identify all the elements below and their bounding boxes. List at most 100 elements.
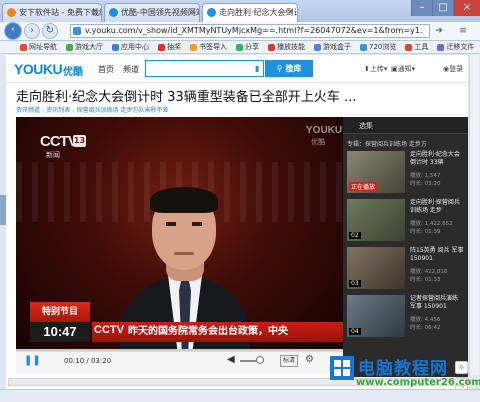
close-window-icon[interactable]: × xyxy=(453,0,480,16)
playlist-item[interactable]: 正在播放 走向胜利·纪念大会倒计时 33辆 播放: 1,547 时长: 03:2… xyxy=(347,151,465,197)
video-player[interactable]: CCTV 13 新闻 YOUKU 优酷 特别节目 10:47 CCTV 昨天的国… xyxy=(16,117,343,357)
refresh-icon[interactable]: ↻ xyxy=(42,23,58,39)
bookmark-item[interactable]: 游戏盒子 xyxy=(314,42,351,52)
anchor-hair xyxy=(150,187,218,213)
youku-logo-cn: 优酷 xyxy=(63,67,83,78)
bookmark-item[interactable]: 抽奖 xyxy=(158,42,181,52)
video-thumbnail: 03 xyxy=(347,247,405,289)
youku-watermark: YOUKU xyxy=(306,125,343,136)
bookmark-icon xyxy=(190,43,197,51)
window-controls: – □ × xyxy=(411,0,480,16)
close-tab-icon[interactable]: × xyxy=(91,7,98,16)
bookmark-icon xyxy=(405,43,413,51)
windows-logo-icon xyxy=(330,356,354,380)
breadcrumb-link[interactable]: 探营阅兵训练场 走步方队米秒不差 xyxy=(77,107,169,114)
browser-tab-1[interactable]: 安下软件站 - 免费下载绿色 × xyxy=(2,3,102,22)
item-duration: 时长: 01:39 xyxy=(410,229,441,235)
login-link[interactable]: ◉登录 xyxy=(443,64,463,74)
playlist-panel: 选集 专辑：探营阅兵训练场 走步方 正在播放 走向胜利·纪念大会倒计时 33辆 … xyxy=(343,117,468,377)
bookmark-item[interactable]: 工具 xyxy=(405,42,428,52)
item-plays: 播放: 1,422,652 xyxy=(410,221,453,227)
bar-chart-icon: ▮ xyxy=(255,64,260,73)
cctv-logo: CCTV xyxy=(40,133,78,150)
vertical-scrollbar[interactable] xyxy=(469,55,479,375)
item-plays: 播放: 1,547 xyxy=(410,173,441,179)
gear-icon[interactable]: ⚙ xyxy=(305,354,314,365)
close-tab-icon[interactable]: × xyxy=(189,7,196,16)
bookmark-icon xyxy=(314,43,321,51)
tab-episodes[interactable]: 选集 xyxy=(359,121,373,131)
url-input[interactable]: v.youku.com/v_show/id_XMTMyNTUyMjcxMg==.… xyxy=(70,24,430,38)
back-arrow-icon[interactable]: ‹ xyxy=(4,22,22,40)
site-icon xyxy=(73,27,81,35)
breadcrumb-link[interactable]: 资讯频道 xyxy=(16,107,40,114)
item-number: 04 xyxy=(349,328,361,335)
item-duration: 时长: 06:42 xyxy=(410,325,441,331)
bookmark-item[interactable]: 迁移文件 xyxy=(437,42,474,52)
bookmark-item[interactable]: 分享 xyxy=(236,42,259,52)
browser-tab-3[interactable]: 走向胜利·纪念大会倒计时 33辆 × xyxy=(202,3,298,22)
bookmark-icon xyxy=(112,43,119,51)
nav-channel-link[interactable]: 频道 xyxy=(123,64,139,75)
bookmark-item[interactable]: 应用中心 xyxy=(112,42,149,52)
program-badge: 特别节目 xyxy=(30,302,90,322)
nav-home-link[interactable]: 首页 xyxy=(98,64,114,75)
bookmark-item[interactable]: 播放技能 xyxy=(268,42,305,52)
volume-icon[interactable]: ◀ xyxy=(227,354,235,365)
playlist-item[interactable]: 04 记者探营阅兵演练 军事 150901 播放: 4,456 时长: 06:4… xyxy=(347,295,465,341)
quality-button[interactable]: 标清 xyxy=(280,355,298,367)
notify-link[interactable]: ▣通知▾ xyxy=(391,64,415,74)
item-duration: 时长: 01:33 xyxy=(410,277,441,283)
site-watermark-url: www.computer26.com xyxy=(356,377,480,388)
breadcrumb: 资讯频道 › 资讯列表 › 探营阅兵训练场 走步方队米秒不差 xyxy=(16,105,168,114)
channel-number: 13 xyxy=(73,135,86,147)
nav-buttons: ‹ › ↻ xyxy=(4,22,58,40)
minimize-icon[interactable]: – xyxy=(411,0,432,16)
playlist-item[interactable]: 03 阵15英勇 阅兵 军事 150901 播放: 422,818 时长: 01… xyxy=(347,247,465,293)
upload-link[interactable]: ⬆上传▾ xyxy=(364,64,387,74)
item-number: 03 xyxy=(349,280,361,287)
ticker-logo: CCTV xyxy=(94,324,124,336)
breadcrumb-separator: › xyxy=(41,107,45,114)
close-tab-icon[interactable]: × xyxy=(287,7,294,16)
playlist-item[interactable]: 02 走向胜利·探营阅兵训练场 走步 播放: 1,422,652 时长: 01:… xyxy=(347,199,465,245)
bookmark-icon xyxy=(20,43,27,51)
item-title: 走向胜利·纪念大会倒计时 33辆 xyxy=(410,151,460,166)
breadcrumb-link[interactable]: 资讯列表 xyxy=(46,107,70,114)
go-arrow-icon[interactable]: ➜ xyxy=(432,24,446,38)
bookmark-item[interactable]: 书签导入 xyxy=(190,42,227,52)
item-plays: 播放: 4,456 xyxy=(410,317,441,323)
search-input[interactable] xyxy=(145,60,264,77)
video-thumbnail: 02 xyxy=(347,199,405,241)
video-title-bar: 走向胜利·纪念大会倒计时 33辆重型装备已全部开上火车 ... 资讯频道 › 资… xyxy=(6,83,468,117)
lightbulb-icon[interactable]: ☼ xyxy=(455,361,468,374)
tab-label: 优酷-中国领先视频网站,提供 xyxy=(121,8,199,17)
ticker-text: 昨天的国务院常务会出台政策，中央 xyxy=(128,326,288,337)
menu-icon[interactable]: ≡ xyxy=(450,24,476,38)
forward-arrow-icon[interactable]: › xyxy=(24,23,40,39)
browser-tab-2[interactable]: 优酷-中国领先视频网站,提供 × xyxy=(104,3,200,22)
item-title: 阵15英勇 阅兵 军事 150901 xyxy=(410,247,464,262)
item-number: 02 xyxy=(349,232,361,239)
site-watermark-title: 电脑教程网 xyxy=(358,359,448,379)
bookmark-item[interactable]: 720浏览 xyxy=(360,42,396,52)
search-button[interactable]: ⚲ 搜库 xyxy=(265,60,313,77)
address-bar: ‹ › ↻ v.youku.com/v_show/id_XMTMyNTUyMjc… xyxy=(0,22,480,41)
orange-e-icon xyxy=(7,8,16,17)
album-title[interactable]: 专辑：探营阅兵训练场 走步方 xyxy=(347,139,427,148)
tab-bar: 安下软件站 - 免费下载绿色 × 优酷-中国领先视频网站,提供 × 走向胜利·纪… xyxy=(0,0,480,22)
bookmark-icon xyxy=(236,43,243,51)
youku-icon xyxy=(207,8,216,17)
web-page: YOUKU 优酷 首页 频道 ▮ ⚲ 搜库 ⬆上传▾ ▣通知▾ ◉登录 走向胜利… xyxy=(6,55,468,389)
pause-icon[interactable]: ❚❚ xyxy=(24,355,41,367)
bookmark-icon xyxy=(66,43,73,51)
video-thumbnail: 正在播放 xyxy=(347,151,405,193)
bookmark-item[interactable]: 游戏大厅 xyxy=(66,42,103,52)
status-bar xyxy=(0,389,480,402)
breadcrumb-separator: › xyxy=(72,107,75,114)
bookmark-item[interactable]: 网址导航 xyxy=(20,42,57,52)
maximize-icon[interactable]: □ xyxy=(432,0,453,16)
broadcast-clock: 10:47 xyxy=(30,322,90,342)
volume-knob[interactable] xyxy=(256,356,264,364)
youku-logo[interactable]: YOUKU xyxy=(14,61,63,77)
